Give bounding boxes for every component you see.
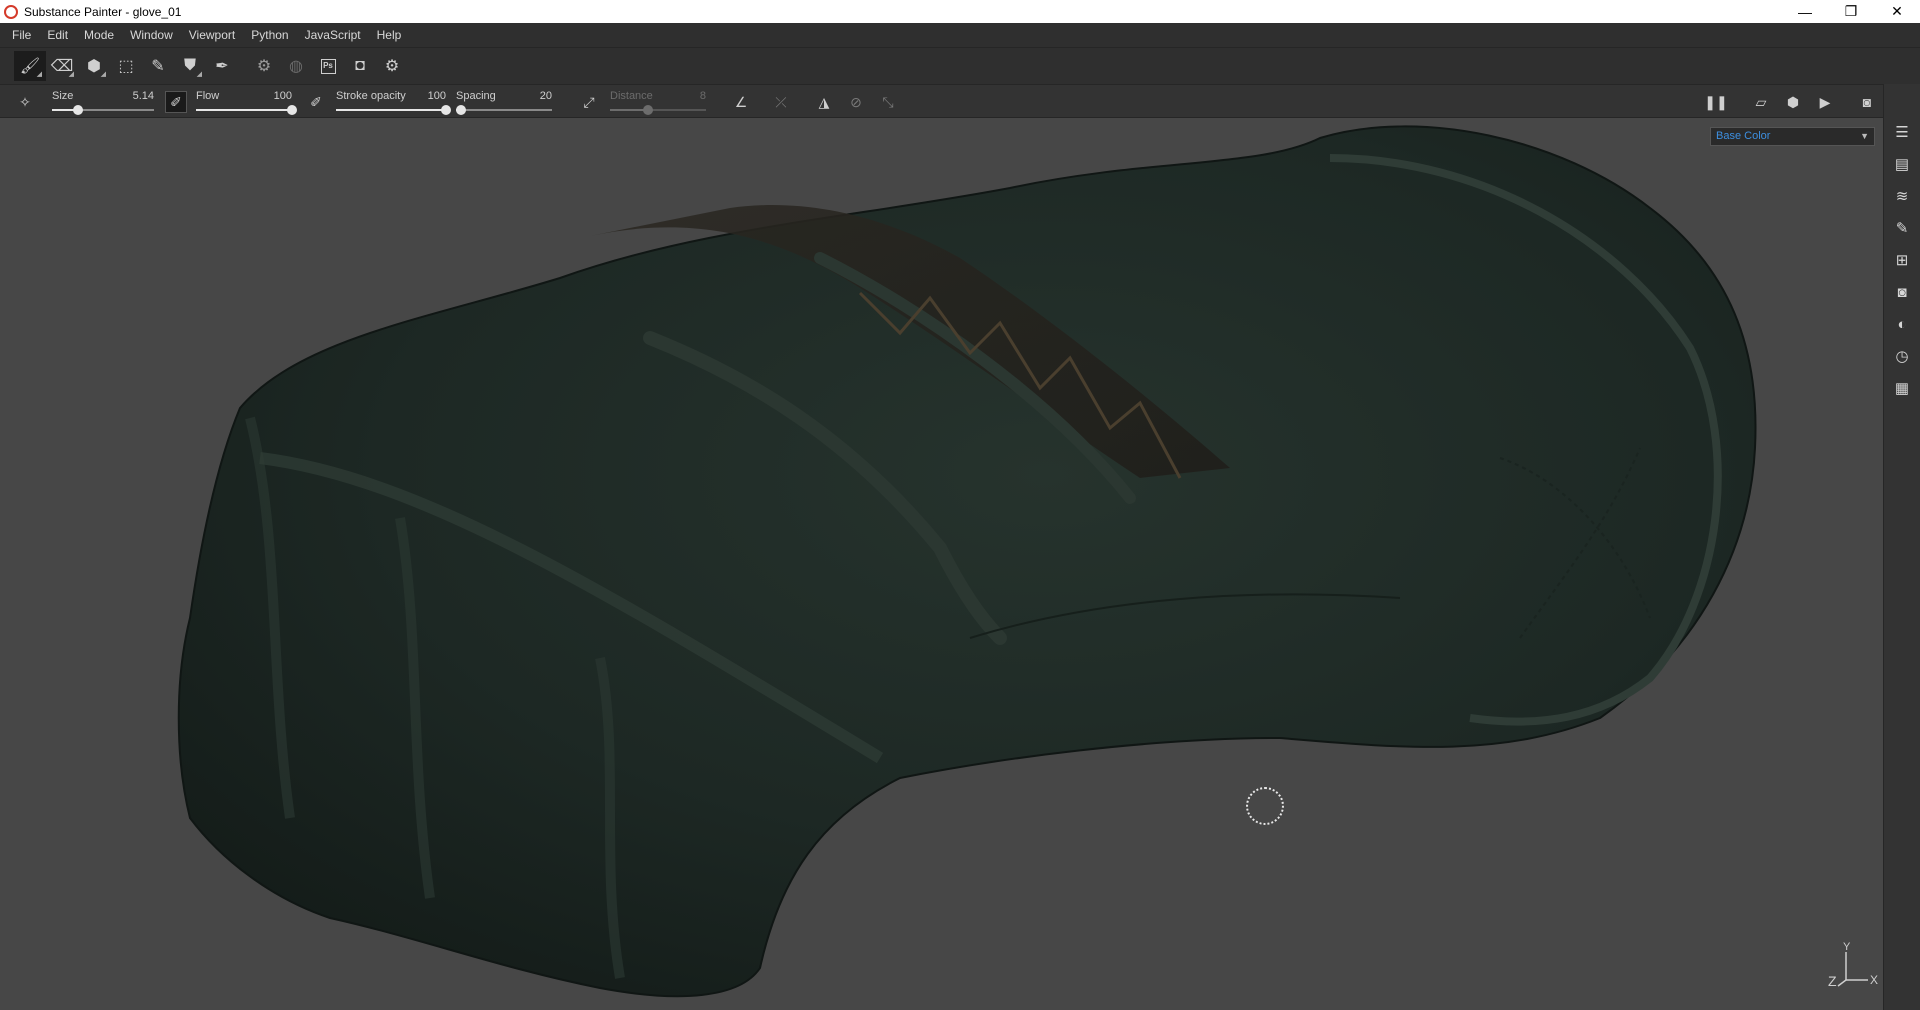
3d-viewport[interactable]: Base Color ▼ Y X Z (0, 118, 1883, 1010)
tool-bar: 🖌 ◢ ⌫ ◢ ⬢ ◢ ⬚ ✎ ⛊ ◢ ✒ ⚙ ◍ Ps ◘ ⚙ (0, 47, 1920, 84)
spacing-slider[interactable]: Spacing 20 (455, 85, 552, 119)
photoshop-export-button[interactable]: Ps (312, 51, 344, 81)
menu-javascript[interactable]: JavaScript (297, 23, 369, 47)
flow-slider[interactable]: Flow 100 (196, 85, 297, 119)
color-picker-icon: ✒ (215, 58, 229, 75)
pen-pressure-size-icon[interactable]: ✐ (165, 91, 187, 113)
size-slider-handle[interactable] (72, 105, 83, 115)
history-icon[interactable]: ◷ (1892, 346, 1912, 366)
eraser-tool-button[interactable]: ⌫ ◢ (46, 51, 78, 81)
paint-tool-button[interactable]: 🖌 ◢ (14, 51, 46, 81)
tool-properties-bar: ✧ Size 5.14 ✐ Flow 100 ✐ Stroke opacity … (0, 84, 1920, 118)
window-title: Substance Painter - glove_01 (24, 4, 182, 19)
material-button[interactable]: ◍ (280, 51, 312, 81)
clone-tool-button[interactable]: ⛊ ◢ (174, 51, 206, 81)
brush-cursor (1246, 787, 1284, 825)
axis-z-label: Z (1828, 973, 1837, 989)
glove-body (177, 125, 1757, 998)
axis-x-label: X (1870, 973, 1878, 987)
texture-set-list-icon[interactable]: ☰ (1892, 122, 1912, 142)
polygon-fill-icon: ⬚ (118, 58, 134, 75)
symmetry-icon[interactable]: ◮ (813, 91, 835, 113)
plugin-settings-button[interactable]: ⚙ (376, 51, 408, 81)
transform-icon[interactable]: ⤡ (877, 91, 899, 113)
maximize-button[interactable]: ❐ (1828, 0, 1874, 23)
distance-slider[interactable]: Distance 8 (610, 85, 706, 119)
distance-slider-handle[interactable] (643, 105, 654, 115)
glove-3d-model[interactable] (0, 118, 1883, 1010)
settings-icon: ⚙ (384, 58, 400, 75)
close-button[interactable]: ✕ (1874, 0, 1920, 23)
spacing-label: Spacing (456, 90, 496, 102)
spacing-value[interactable]: 20 (540, 90, 552, 102)
stroke-opacity-value[interactable]: 100 (428, 90, 446, 102)
bake-button[interactable]: ⚙ (248, 51, 280, 81)
spacing-slider-handle[interactable] (455, 105, 466, 115)
material-icon: ◍ (289, 58, 303, 75)
polygon-fill-tool-button[interactable]: ⬚ (110, 51, 142, 81)
axis-y-label: Y (1843, 941, 1851, 953)
texture-set-settings-icon[interactable]: ▤ (1892, 154, 1912, 174)
flow-label: Flow (196, 90, 220, 102)
brush-preset-icon[interactable]: ✧ (14, 91, 36, 113)
menu-viewport[interactable]: Viewport (181, 23, 243, 47)
photoshop-export-icon: Ps (320, 58, 336, 74)
pen-pressure-flow-icon[interactable]: ✐ (305, 91, 327, 113)
distance-label: Distance (610, 90, 653, 102)
stroke-opacity-slider-handle[interactable] (441, 105, 451, 115)
log-icon[interactable]: ▦ (1892, 378, 1912, 398)
menu-edit[interactable]: Edit (39, 23, 76, 47)
right-dock: ☰ ▤ ≋ ✎ ⊞ ◙ ◐ ◷ ▦ (1883, 84, 1920, 1010)
size-value[interactable]: 5.14 (133, 90, 154, 102)
size-label: Size (52, 90, 74, 102)
pause-icon[interactable]: ❚❚ (1704, 91, 1727, 113)
layers-icon[interactable]: ≋ (1892, 186, 1912, 206)
straight-line-icon[interactable]: ⤫ (770, 91, 792, 113)
screenshot-icon[interactable]: ◙ (1856, 91, 1878, 113)
render-icon: ◘ (355, 57, 365, 74)
chevron-down-icon: ▼ (1860, 131, 1869, 141)
perspective-view-icon[interactable]: ▱ (1750, 91, 1772, 113)
flow-value[interactable]: 100 (274, 90, 292, 102)
distance-value[interactable]: 8 (700, 90, 706, 102)
display-mode-icon[interactable]: ⬢ (1782, 91, 1804, 113)
angle-icon[interactable]: ∠ (730, 91, 752, 113)
smudge-icon: ✎ (151, 58, 165, 75)
stroke-opacity-label: Stroke opacity (336, 90, 406, 102)
shader-settings-icon[interactable]: ◐ (1892, 314, 1912, 334)
menu-mode[interactable]: Mode (76, 23, 122, 47)
size-slider[interactable]: Size 5.14 (52, 85, 154, 119)
projection-icon: ⬢ (87, 58, 101, 75)
flow-slider-handle[interactable] (287, 105, 297, 115)
color-picker-tool-button[interactable]: ✒ (206, 51, 238, 81)
menu-file[interactable]: File (4, 23, 39, 47)
menu-bar: File Edit Mode Window Viewport Python Ja… (0, 23, 1920, 47)
stroke-opacity-slider[interactable]: Stroke opacity 100 (336, 85, 451, 119)
channel-dropdown[interactable]: Base Color ▼ (1710, 127, 1875, 146)
menu-help[interactable]: Help (369, 23, 410, 47)
projection-tool-button[interactable]: ⬢ ◢ (78, 51, 110, 81)
symmetry-settings-icon[interactable]: ⊘ (845, 91, 867, 113)
render-button[interactable]: ◘ (344, 51, 376, 81)
camera-icon[interactable]: ▶ (1814, 91, 1836, 113)
axis-gizmo: Y X Z (1828, 941, 1878, 989)
menu-window[interactable]: Window (122, 23, 181, 47)
bake-icon: ⚙ (256, 58, 272, 75)
menu-python[interactable]: Python (243, 23, 296, 47)
camera-settings-icon[interactable]: ◙ (1892, 282, 1912, 302)
lazy-mouse-icon[interactable]: ⤢ (578, 91, 600, 113)
channel-dropdown-value: Base Color (1716, 130, 1771, 142)
substance-painter-logo-icon (4, 4, 18, 19)
minimize-button[interactable]: — (1782, 0, 1828, 23)
display-settings-icon[interactable]: ⊞ (1892, 250, 1912, 270)
clone-stamp-icon: ⛊ (183, 57, 196, 74)
title-bar: Substance Painter - glove_01 — ❐ ✕ (0, 0, 1920, 23)
properties-icon[interactable]: ✎ (1892, 218, 1912, 238)
smudge-tool-button[interactable]: ✎ (142, 51, 174, 81)
